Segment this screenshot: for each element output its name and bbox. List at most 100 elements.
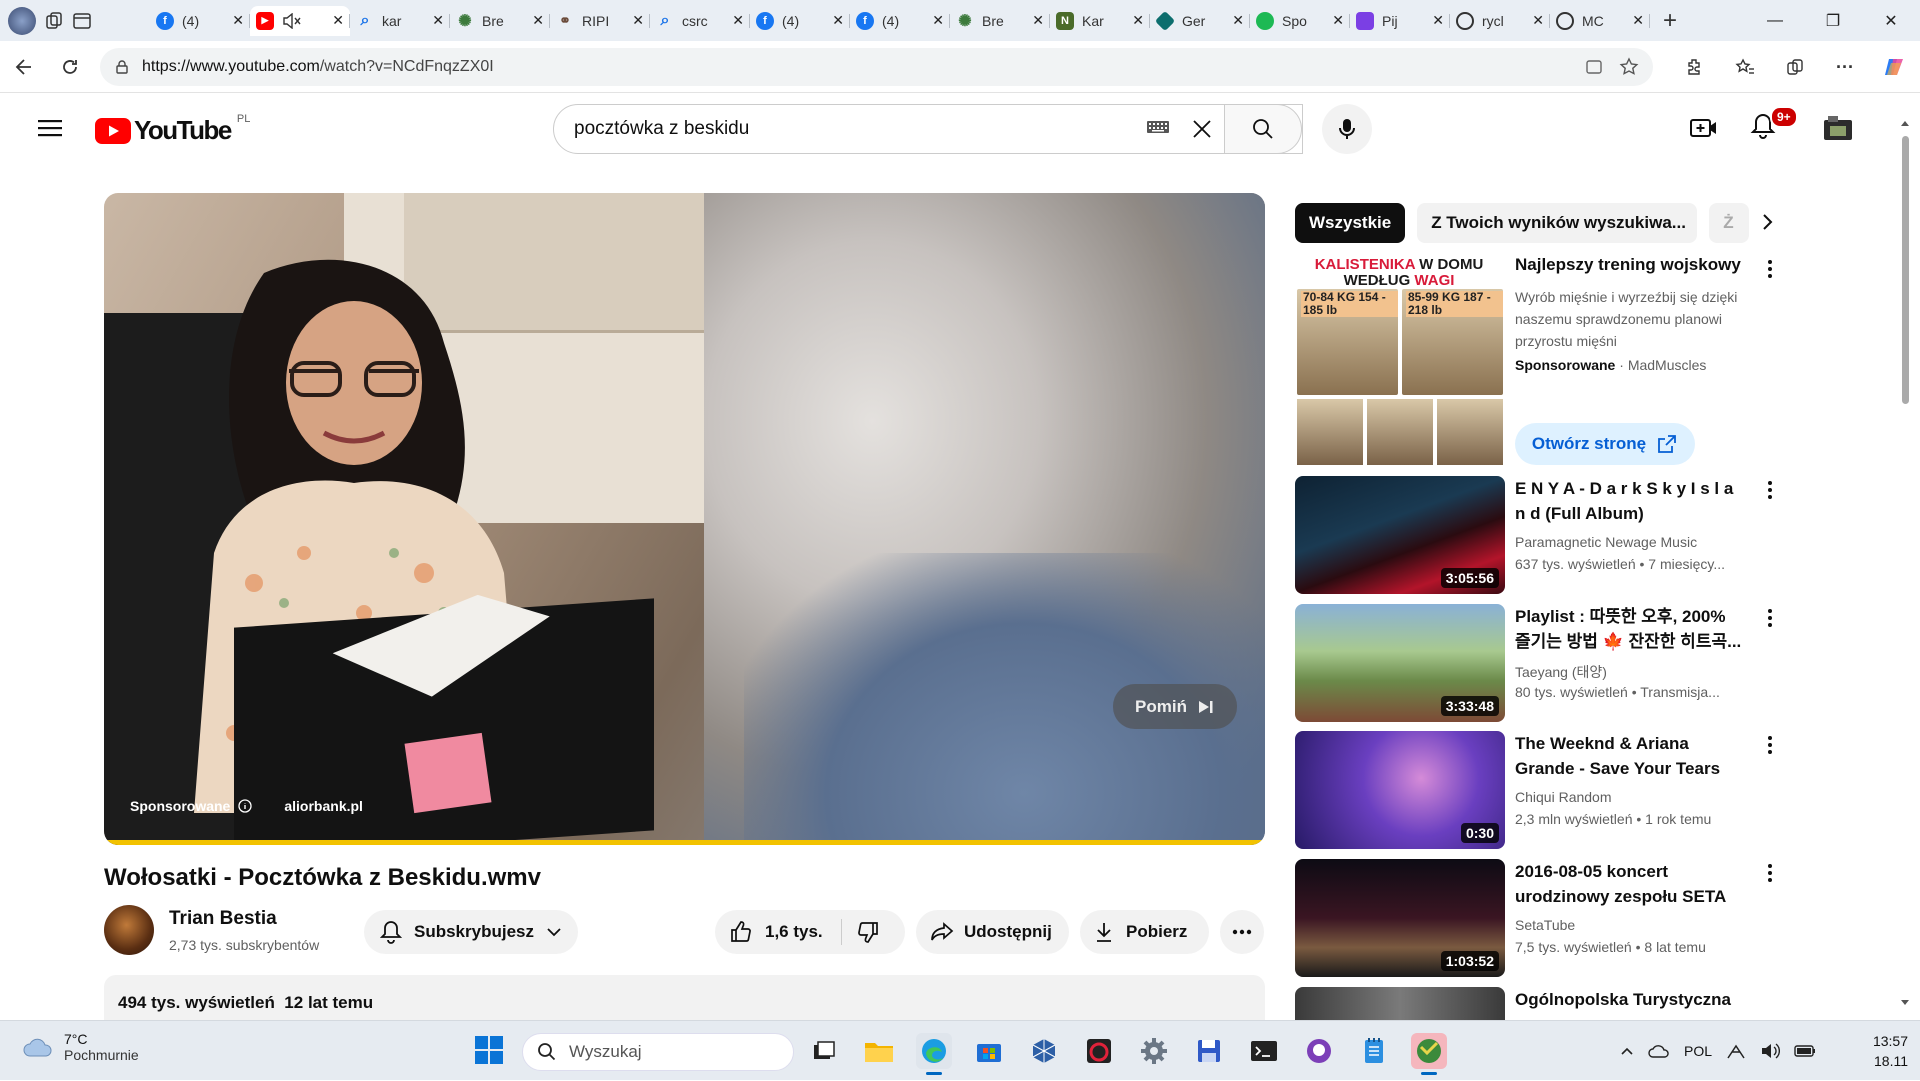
close-tab-icon[interactable]: ✕ (1232, 12, 1244, 29)
browser-tab[interactable]: ⌕ kar ✕ (350, 6, 450, 36)
recommended-video[interactable]: 1:03:52 2016-08-05 koncert urodzinowy zes… (1295, 859, 1772, 977)
close-window-button[interactable]: ✕ (1862, 11, 1920, 31)
channel-name[interactable]: Trian Bestia (169, 908, 277, 930)
search-button[interactable] (1224, 104, 1302, 154)
github-desktop-icon[interactable] (1301, 1033, 1337, 1069)
video-player[interactable]: Pomiń Sponsorowane aliorbank.pl (104, 193, 1265, 845)
back-button[interactable] (2, 47, 46, 87)
video-thumbnail[interactable]: 3:05:56 (1295, 476, 1505, 594)
skip-ad-button[interactable]: Pomiń (1113, 684, 1237, 729)
close-tab-icon[interactable]: ✕ (1332, 12, 1344, 29)
browser-tab[interactable]: ✺ Bre ✕ (450, 6, 550, 36)
start-button[interactable] (474, 1035, 504, 1065)
browser-tab[interactable]: ✺ Bre ✕ (950, 6, 1050, 36)
close-tab-icon[interactable]: ✕ (732, 12, 744, 29)
workspaces-icon[interactable] (44, 11, 64, 31)
task-view-icon[interactable] (806, 1033, 842, 1069)
battery-icon[interactable] (1794, 1044, 1816, 1058)
browser-tab[interactable]: rycl ✕ (1450, 6, 1550, 36)
recommended-channel[interactable]: Taeyang (태양) (1515, 662, 1607, 682)
recommended-channel[interactable]: SetaTube (1515, 917, 1575, 933)
browser-tab[interactable]: ⚭ RIPI ✕ (550, 6, 650, 36)
browser-tab[interactable]: Pij ✕ (1350, 6, 1450, 36)
video-thumbnail[interactable]: 1:03:52 (1295, 859, 1505, 977)
microsoft-store-icon[interactable] (971, 1033, 1007, 1069)
open-site-button[interactable]: Otwórz stronę (1515, 423, 1695, 465)
video-thumbnail[interactable]: 3:33:48 (1295, 604, 1505, 722)
create-video-icon[interactable] (1690, 116, 1718, 140)
settings-more-icon[interactable]: ··· (1820, 57, 1870, 78)
notepad-icon[interactable] (1356, 1033, 1392, 1069)
minimize-button[interactable]: — (1746, 12, 1804, 30)
video-thumbnail[interactable]: 0:30 (1295, 731, 1505, 849)
video-menu-icon[interactable] (1767, 480, 1773, 500)
virtualbox-icon[interactable] (1026, 1033, 1062, 1069)
ad-menu-icon[interactable] (1767, 259, 1773, 279)
close-tab-icon[interactable]: ✕ (1532, 12, 1544, 29)
close-tab-icon[interactable]: ✕ (832, 12, 844, 29)
input-language[interactable]: POL (1684, 1043, 1712, 1059)
video-menu-icon[interactable] (1767, 735, 1773, 755)
ad-advertiser-link[interactable]: aliorbank.pl (284, 798, 363, 814)
more-actions-button[interactable] (1220, 910, 1264, 954)
maximize-button[interactable]: ❐ (1804, 11, 1862, 31)
lock-icon[interactable] (114, 59, 130, 75)
download-button[interactable]: Pobierz (1080, 910, 1209, 954)
close-tab-icon[interactable]: ✕ (1032, 12, 1044, 29)
close-tab-icon[interactable]: ✕ (1132, 12, 1144, 29)
youtube-logo[interactable]: YouTube PL (95, 113, 250, 146)
browser-tab[interactable]: MC ✕ (1550, 6, 1650, 36)
favorites-icon[interactable] (1720, 57, 1770, 77)
copilot-icon[interactable] (1870, 55, 1920, 79)
save-disk-icon[interactable] (1191, 1033, 1227, 1069)
search-box[interactable]: pocztówka z beskidu (553, 104, 1303, 154)
browser-tab[interactable]: f (4) ✕ (750, 6, 850, 36)
url-field[interactable]: https://www.youtube.com/watch?v=NCdFnqzZ… (100, 48, 1653, 86)
scrollbar-thumb[interactable] (1902, 136, 1909, 404)
sponsored-ad-card[interactable]: KALISTENIKA W DOMU WEDŁUG WAGI 70-84 KG … (1295, 253, 1772, 465)
browser-tab[interactable]: f (4) ✕ (150, 6, 250, 36)
hamburger-menu-icon[interactable] (38, 118, 62, 138)
scroll-up-arrow-icon[interactable] (1898, 118, 1912, 128)
notifications-bell-icon[interactable]: 9+ (1750, 106, 1798, 140)
onedrive-cloud-icon[interactable] (1648, 1044, 1670, 1058)
close-tab-icon[interactable]: ✕ (1432, 12, 1444, 29)
ad-thumbnail[interactable]: KALISTENIKA W DOMU WEDŁUG WAGI 70-84 KG … (1295, 253, 1505, 465)
ad-progress-bar[interactable] (104, 840, 1265, 845)
browser-tab[interactable]: N Kar ✕ (1050, 6, 1150, 36)
search-input[interactable]: pocztówka z beskidu (574, 118, 749, 140)
recommended-video[interactable]: 3:33:48 Playlist : 따뜻한 오후, 200% 즐기는 방법 🍁 … (1295, 604, 1772, 722)
chip-all[interactable]: Wszystkie (1295, 203, 1406, 243)
keyboard-icon[interactable] (1146, 119, 1170, 135)
recommended-video-title[interactable]: Playlist : 따뜻한 오후, 200% 즐기는 방법 🍁 잔잔한 히트곡… (1515, 604, 1745, 654)
file-explorer-icon[interactable] (861, 1033, 897, 1069)
browser-tab[interactable]: Spo ✕ (1250, 6, 1350, 36)
video-menu-icon[interactable] (1767, 608, 1773, 628)
ad-title[interactable]: Najlepszy trening wojskowy (1515, 255, 1741, 275)
network-icon[interactable] (1726, 1042, 1746, 1060)
favorite-star-icon[interactable] (1619, 57, 1639, 77)
dislike-button[interactable] (856, 920, 880, 944)
subscribe-button[interactable]: Subskrybujesz (364, 910, 578, 954)
video-menu-icon[interactable] (1767, 863, 1773, 883)
chip-related[interactable]: Ż (1709, 203, 1750, 243)
clear-search-icon[interactable] (1190, 117, 1214, 141)
info-icon[interactable] (238, 799, 253, 813)
pdf-reader-icon[interactable] (1081, 1033, 1117, 1069)
recommended-video[interactable]: 3:05:56 E N Y A - D a r k S k y I s l a n… (1295, 476, 1772, 594)
account-avatar-icon[interactable] (1822, 114, 1856, 144)
close-tab-icon[interactable]: ✕ (432, 12, 444, 29)
close-tab-icon[interactable]: ✕ (1632, 12, 1644, 29)
vertical-tabs-icon[interactable] (72, 11, 92, 31)
terminal-icon[interactable] (1246, 1033, 1282, 1069)
recommended-video-title[interactable]: 2016-08-05 koncert urodzinowy zespołu SE… (1515, 859, 1745, 909)
tab-audio-icon[interactable] (282, 12, 302, 29)
close-tab-icon[interactable]: ✕ (932, 12, 944, 29)
browser-tab[interactable]: Ger ✕ (1150, 6, 1250, 36)
weather-widget[interactable]: 7°C Pochmurnie (22, 1031, 139, 1063)
taskbar-search[interactable]: Wyszukaj (522, 1033, 794, 1071)
scroll-down-arrow-icon[interactable] (1898, 998, 1912, 1008)
recommended-channel[interactable]: Paramagnetic Newage Music (1515, 534, 1697, 550)
recommended-channel[interactable]: Chiqui Random (1515, 789, 1612, 805)
close-tab-icon[interactable]: ✕ (532, 12, 544, 29)
